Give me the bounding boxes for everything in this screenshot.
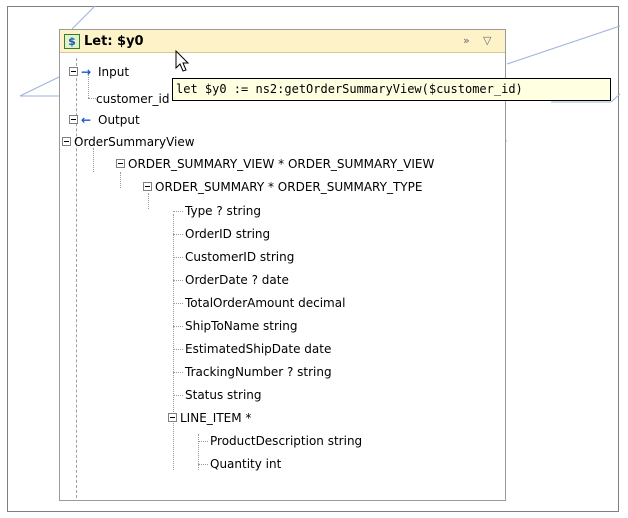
field-node[interactable]: Type ? string bbox=[185, 204, 261, 218]
summary-toggle[interactable] bbox=[143, 182, 152, 191]
field-node[interactable]: TrackingNumber ? string bbox=[185, 365, 332, 379]
expression-tooltip: let $y0 := ns2:getOrderSummaryView($cust… bbox=[172, 78, 611, 101]
field-node[interactable]: OrderDate ? date bbox=[185, 273, 289, 287]
root-toggle[interactable] bbox=[62, 137, 71, 146]
output-toggle[interactable] bbox=[69, 115, 78, 124]
field-node[interactable]: CustomerID string bbox=[185, 250, 294, 264]
field-node[interactable]: TotalOrderAmount decimal bbox=[185, 296, 345, 310]
let-node-icon: $ bbox=[64, 34, 80, 49]
margin-guide-line bbox=[76, 58, 77, 498]
output-arrow-icon: ← bbox=[81, 113, 92, 127]
field-node[interactable]: OrderID string bbox=[185, 227, 270, 241]
input-label[interactable]: Input bbox=[98, 65, 129, 79]
tree-root-node[interactable]: OrderSummaryView bbox=[74, 135, 195, 149]
input-toggle[interactable] bbox=[69, 67, 78, 76]
field-node[interactable]: ShipToName string bbox=[185, 319, 297, 333]
input-param-customer-id[interactable]: customer_id bbox=[96, 92, 169, 106]
collapse-icon[interactable]: » bbox=[463, 34, 470, 47]
line-item-toggle[interactable] bbox=[168, 413, 177, 422]
summary-element-node[interactable]: ORDER_SUMMARY * ORDER_SUMMARY_TYPE bbox=[155, 180, 422, 194]
field-node[interactable]: Status string bbox=[185, 388, 262, 402]
field-node[interactable]: EstimatedShipDate date bbox=[185, 342, 331, 356]
line-item-node[interactable]: LINE_ITEM * bbox=[180, 411, 251, 425]
node-titlebar[interactable]: $ Let: $y0 » ▽ bbox=[60, 30, 505, 53]
input-arrow-icon: → bbox=[81, 65, 92, 79]
line-item-field-node[interactable]: ProductDescription string bbox=[210, 434, 362, 448]
view-toggle[interactable] bbox=[116, 159, 125, 168]
output-label[interactable]: Output bbox=[98, 113, 140, 127]
pin-icon[interactable]: ▽ bbox=[483, 34, 491, 47]
line-item-field-node[interactable]: Quantity int bbox=[210, 457, 281, 471]
node-title: Let: $y0 bbox=[84, 34, 144, 49]
view-element-node[interactable]: ORDER_SUMMARY_VIEW * ORDER_SUMMARY_VIEW bbox=[128, 157, 434, 171]
mouse-pointer-icon bbox=[175, 50, 190, 72]
